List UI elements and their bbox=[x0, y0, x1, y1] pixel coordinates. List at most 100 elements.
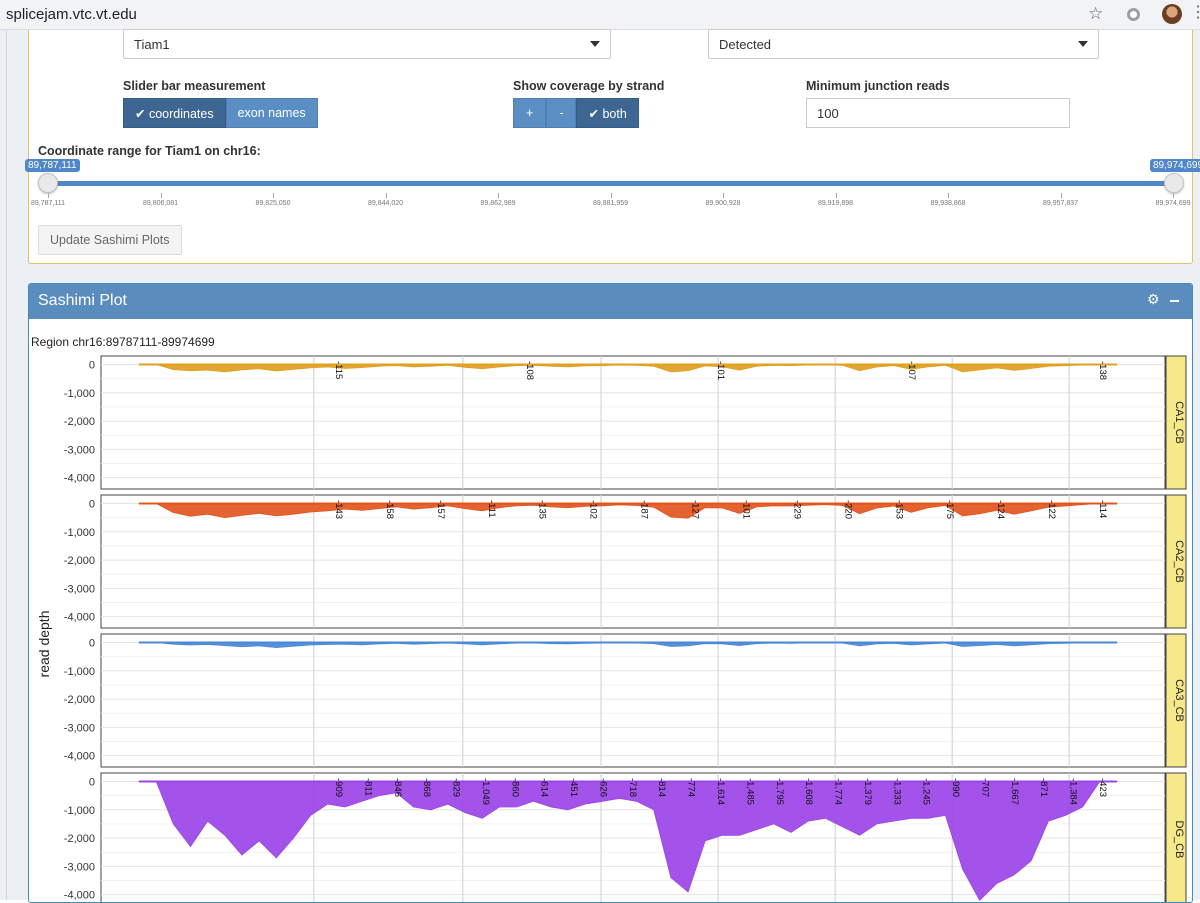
y-tick-label: -3,000 bbox=[64, 722, 95, 734]
strand-button-group: + - ✔ both bbox=[513, 98, 639, 128]
y-tick-label: -2,000 bbox=[64, 416, 95, 428]
range-slider-max-handle[interactable] bbox=[1164, 173, 1184, 193]
junction-label: -1,667 bbox=[1009, 778, 1020, 805]
strand-plus-button[interactable]: + bbox=[513, 98, 547, 128]
y-tick-label: 0 bbox=[89, 498, 95, 510]
slider-tick-mark bbox=[385, 193, 387, 198]
y-tick-label: -3,000 bbox=[64, 444, 95, 456]
junction-label: -1,485 bbox=[744, 778, 755, 805]
min-reads-value: 100 bbox=[817, 106, 839, 121]
address-bar[interactable]: splicejam.vtc.vt.edu bbox=[6, 6, 137, 23]
slider-tick-mark bbox=[498, 193, 499, 198]
slider-tick-mark bbox=[160, 193, 162, 198]
y-tick-label: -2,000 bbox=[64, 555, 95, 567]
junction-label: -1,384 bbox=[1068, 778, 1079, 805]
strand-both-label: both bbox=[602, 107, 627, 121]
y-tick-label: -4,000 bbox=[64, 751, 95, 763]
coordinates-button[interactable]: ✔ coordinates bbox=[123, 98, 226, 128]
min-reads-input[interactable]: 100 bbox=[806, 98, 1070, 128]
slider-tick-label: 89,862,989 bbox=[480, 200, 516, 207]
slider-tick-mark bbox=[48, 193, 49, 198]
y-tick-label: -3,000 bbox=[64, 861, 95, 873]
junction-label: -614 bbox=[539, 778, 550, 797]
junction-label: -138 bbox=[1097, 361, 1108, 380]
gear-icon[interactable]: ⚙ bbox=[1147, 291, 1160, 308]
y-tick-label: -1,000 bbox=[64, 805, 95, 817]
facet-label: CA2_CB bbox=[1173, 540, 1185, 583]
junction-label: -1,379 bbox=[862, 778, 873, 805]
slider-tick-label: 89,938,868 bbox=[930, 200, 966, 207]
chevron-down-icon bbox=[1078, 41, 1088, 47]
junction-label: -774 bbox=[686, 778, 697, 797]
strand-label: Show coverage by strand bbox=[513, 79, 665, 93]
junction-label: -846 bbox=[392, 778, 403, 797]
slider-tick-label: 89,825,050 bbox=[255, 200, 291, 207]
y-tick-label: 0 bbox=[89, 637, 95, 649]
junction-label: -158 bbox=[384, 500, 395, 519]
junction-label: -1,333 bbox=[891, 778, 902, 805]
slider-tick-mark bbox=[273, 193, 274, 198]
junction-label: -175 bbox=[944, 500, 955, 519]
slider-tick-label: 89,806,081 bbox=[142, 200, 179, 207]
range-max-bubble: 89,974,699 bbox=[1150, 159, 1200, 172]
detected-select[interactable]: Detected bbox=[708, 29, 1099, 59]
junction-label: -114 bbox=[1097, 500, 1108, 518]
slider-tick-mark bbox=[610, 193, 612, 198]
junction-label: -626 bbox=[597, 778, 608, 797]
junction-label: -868 bbox=[421, 778, 432, 797]
junction-label: -811 bbox=[362, 778, 373, 796]
junction-label: -124 bbox=[995, 500, 1006, 519]
junction-label: -157 bbox=[435, 500, 446, 519]
range-slider-min-handle[interactable] bbox=[38, 173, 58, 193]
y-tick-label: 0 bbox=[89, 359, 95, 371]
junction-label: -107 bbox=[906, 361, 917, 380]
update-sashimi-button[interactable]: Update Sashimi Plots bbox=[38, 225, 182, 255]
junction-label: -451 bbox=[568, 778, 579, 797]
junction-label: -101 bbox=[740, 500, 751, 519]
junction-label: -153 bbox=[893, 500, 904, 519]
exon-names-button-label: exon names bbox=[237, 106, 306, 120]
junction-label: -1,608 bbox=[803, 778, 814, 805]
browser-toolbar: splicejam.vtc.vt.edu ☆ ⋮ bbox=[0, 0, 1200, 30]
coordinates-button-label: coordinates bbox=[148, 107, 214, 121]
junction-label: -814 bbox=[656, 778, 667, 797]
y-tick-label: -1,000 bbox=[64, 388, 95, 400]
range-slider-track[interactable] bbox=[48, 181, 1173, 186]
slider-tick-label: 89,844,020 bbox=[367, 200, 404, 207]
slider-tick-label: 89,881,959 bbox=[592, 200, 629, 207]
panel-frame bbox=[100, 633, 1166, 768]
sashimi-title: Sashimi Plot bbox=[38, 292, 127, 309]
browser-menu-icon[interactable]: ⋮ bbox=[1190, 5, 1200, 21]
junction-label: -220 bbox=[842, 500, 853, 519]
gene-select[interactable]: Tiam1 bbox=[123, 29, 611, 59]
exon-names-button[interactable]: exon names bbox=[225, 98, 318, 128]
bookmark-star-icon[interactable]: ☆ bbox=[1088, 4, 1103, 24]
facet-label: DG_CB bbox=[1173, 821, 1185, 859]
strand-both-button[interactable]: ✔ both bbox=[576, 98, 639, 128]
slider-tick-label: 89,919,898 bbox=[817, 200, 854, 207]
junction-label: -1,049 bbox=[480, 778, 491, 805]
strand-minus-button[interactable]: - bbox=[546, 98, 577, 128]
junction-label: -102 bbox=[588, 500, 599, 519]
panel-frame bbox=[100, 355, 1166, 490]
junction-label: -1,774 bbox=[833, 778, 844, 805]
junction-label: -1,795 bbox=[774, 778, 785, 805]
junction-label: -108 bbox=[524, 361, 535, 380]
slider-tick-mark bbox=[835, 193, 837, 198]
slider-tick-label: 89,974,699 bbox=[1155, 200, 1191, 207]
slider-tick-mark bbox=[1060, 193, 1062, 198]
extension-icon[interactable] bbox=[1127, 8, 1140, 21]
collapse-icon[interactable] bbox=[1170, 300, 1179, 302]
profile-avatar[interactable] bbox=[1162, 4, 1182, 24]
junction-label: -1,614 bbox=[715, 778, 726, 805]
junction-label: -229 bbox=[791, 500, 802, 519]
measure-button-group: ✔ coordinates exon names bbox=[123, 98, 318, 128]
slider-tick-label: 89,900,928 bbox=[705, 200, 741, 207]
junction-label: -101 bbox=[715, 361, 726, 380]
sidebar-collapsed bbox=[0, 30, 7, 900]
controls-panel: Tiam1 Detected Slider bar measurement ✔ … bbox=[25, 29, 1200, 264]
y-tick-label: -1,000 bbox=[64, 527, 95, 539]
sashimi-chart: read depth 0 -1,000 -2,000 -3,000 -4,000 -115 -… bbox=[36, 355, 1187, 902]
slider-tick-label: 89,787,111 bbox=[31, 200, 65, 207]
gene-select-value: Tiam1 bbox=[134, 37, 170, 52]
